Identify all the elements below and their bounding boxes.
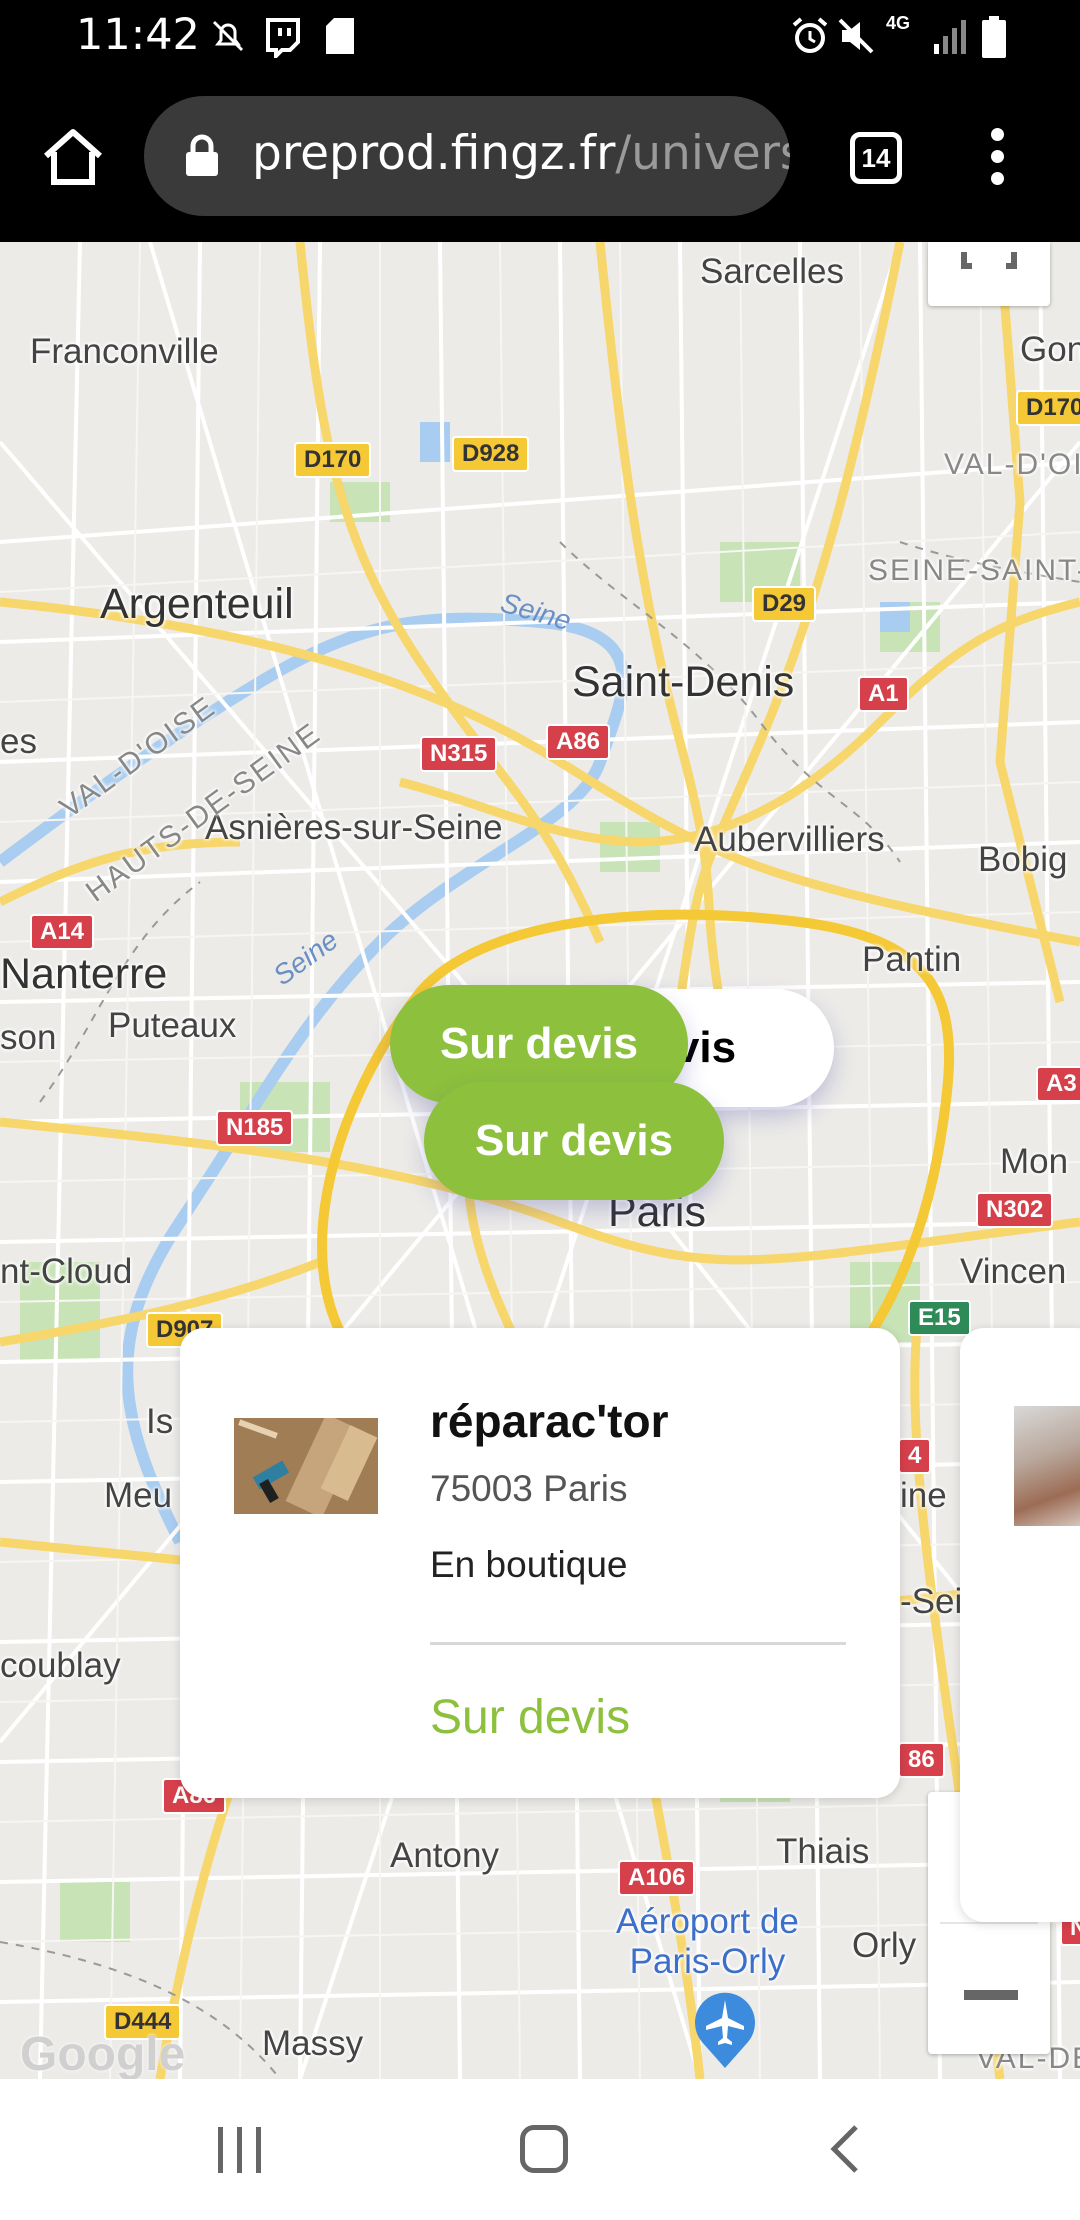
map-label: Asnières-sur-Seine xyxy=(205,808,503,847)
map-label: Mon xyxy=(1000,1142,1069,1181)
address-bar[interactable]: preprod.fingz.fr/univers/ xyxy=(144,96,790,216)
map-label: son xyxy=(0,1018,57,1057)
map-label: Pantin xyxy=(862,940,962,979)
road-shield: D170 xyxy=(1016,390,1080,426)
road-shield: 4 xyxy=(898,1438,932,1474)
map-label: Orly xyxy=(852,1926,917,1965)
google-logo: Google xyxy=(20,2028,186,2079)
airport-icon[interactable] xyxy=(694,1990,756,2070)
system-nav-bar xyxy=(0,2079,1080,2220)
map-label: Puteaux xyxy=(108,1006,237,1045)
shop-thumbnail xyxy=(1014,1406,1080,1526)
price-marker-label: Sur devis xyxy=(474,1116,674,1165)
url-text: preprod.fingz.fr/univers/ xyxy=(252,126,790,181)
tools-image xyxy=(234,1418,378,1514)
map-label: Massy xyxy=(262,2024,364,2063)
road-shield: N315 xyxy=(420,736,498,772)
road-shield: A86 xyxy=(546,724,611,760)
map-label: Vincen xyxy=(960,1252,1067,1291)
url-host: preprod.fingz.fr xyxy=(252,126,616,181)
map-label: Is xyxy=(146,1402,174,1441)
fullscreen-button[interactable] xyxy=(928,242,1050,306)
map-label: Meu xyxy=(104,1476,173,1515)
status-time: 11:42 xyxy=(76,10,200,60)
map-label: VAL-D'OIS xyxy=(944,448,1080,481)
lock-icon xyxy=(186,134,218,176)
road-shield: D29 xyxy=(752,586,817,622)
map-label: es xyxy=(0,722,37,761)
map-label: Aubervilliers xyxy=(694,820,885,859)
map-label: Nanterre xyxy=(0,950,168,998)
map-view[interactable]: Sarcelles Franconville Gon Argenteuil Sa… xyxy=(0,242,1080,2079)
notifications-off-icon xyxy=(212,20,244,52)
browser-toolbar: preprod.fingz.fr/univers/ 14 xyxy=(0,78,1080,242)
map-label: Saint-Denis xyxy=(572,658,795,706)
battery-icon xyxy=(982,16,1006,58)
road-shield: N185 xyxy=(216,1110,294,1146)
zoom-out-button[interactable] xyxy=(928,1924,1050,2054)
map-label: Bobig xyxy=(978,840,1068,879)
signal-icon xyxy=(934,20,966,54)
road-shield: A1 xyxy=(858,676,909,712)
shop-name[interactable]: réparac'tor xyxy=(430,1394,669,1448)
4g-icon: 4G xyxy=(886,13,911,33)
more-options-icon[interactable] xyxy=(984,128,1010,192)
recent-apps-icon[interactable] xyxy=(216,2127,264,2173)
map-label: nt-Cloud xyxy=(0,1252,133,1291)
map-label: Argenteuil xyxy=(100,580,294,628)
shop-card-next[interactable] xyxy=(960,1328,1080,1922)
shop-card[interactable]: réparac'tor 75003 Paris En boutique Sur … xyxy=(180,1328,900,1798)
map-label: Franconville xyxy=(30,332,219,371)
home-icon[interactable] xyxy=(40,124,106,190)
map-label: ine xyxy=(900,1476,947,1515)
fullscreen-icon xyxy=(961,252,1017,269)
map-label: coublay xyxy=(0,1646,121,1685)
tab-switcher-button[interactable]: 14 xyxy=(850,132,902,184)
map-label: SEINE-SAINT- xyxy=(868,554,1080,587)
map-label: Gon xyxy=(1020,330,1080,369)
home-nav-icon[interactable] xyxy=(520,2125,568,2173)
minus-icon xyxy=(964,1990,1018,2000)
shop-address: 75003 Paris xyxy=(430,1468,628,1509)
road-shield: E15 xyxy=(908,1300,971,1336)
back-icon[interactable] xyxy=(826,2121,866,2177)
url-path: /univers/ xyxy=(615,126,790,181)
price-marker[interactable]: Sur devis xyxy=(424,1082,724,1200)
map-label: Sarcelles xyxy=(700,252,844,291)
map-label: -Sei xyxy=(900,1582,963,1621)
map-label: Thiais xyxy=(776,1832,870,1871)
road-shield: D170 xyxy=(294,442,372,478)
alarm-icon xyxy=(792,17,828,53)
road-shield: N302 xyxy=(976,1192,1054,1228)
road-shield: D928 xyxy=(452,436,530,472)
shop-thumbnail xyxy=(234,1418,378,1514)
sd-card-icon xyxy=(326,18,354,54)
mute-icon xyxy=(838,18,874,54)
shop-price: Sur devis xyxy=(430,1691,631,1744)
service-mode: En boutique xyxy=(430,1544,628,1585)
road-shield: A14 xyxy=(30,914,95,950)
card-divider xyxy=(430,1642,846,1645)
map-label: Antony xyxy=(390,1836,499,1875)
road-shield: A106 xyxy=(618,1860,696,1896)
road-shield: A3 xyxy=(1036,1066,1080,1102)
map-label: Aéroport de Paris-Orly xyxy=(616,1902,799,1981)
twitch-icon xyxy=(266,18,300,58)
road-shield: 86 xyxy=(898,1742,945,1778)
status-bar: 11:42 4G xyxy=(0,0,1080,78)
price-marker-label: Sur devis xyxy=(439,1019,639,1068)
